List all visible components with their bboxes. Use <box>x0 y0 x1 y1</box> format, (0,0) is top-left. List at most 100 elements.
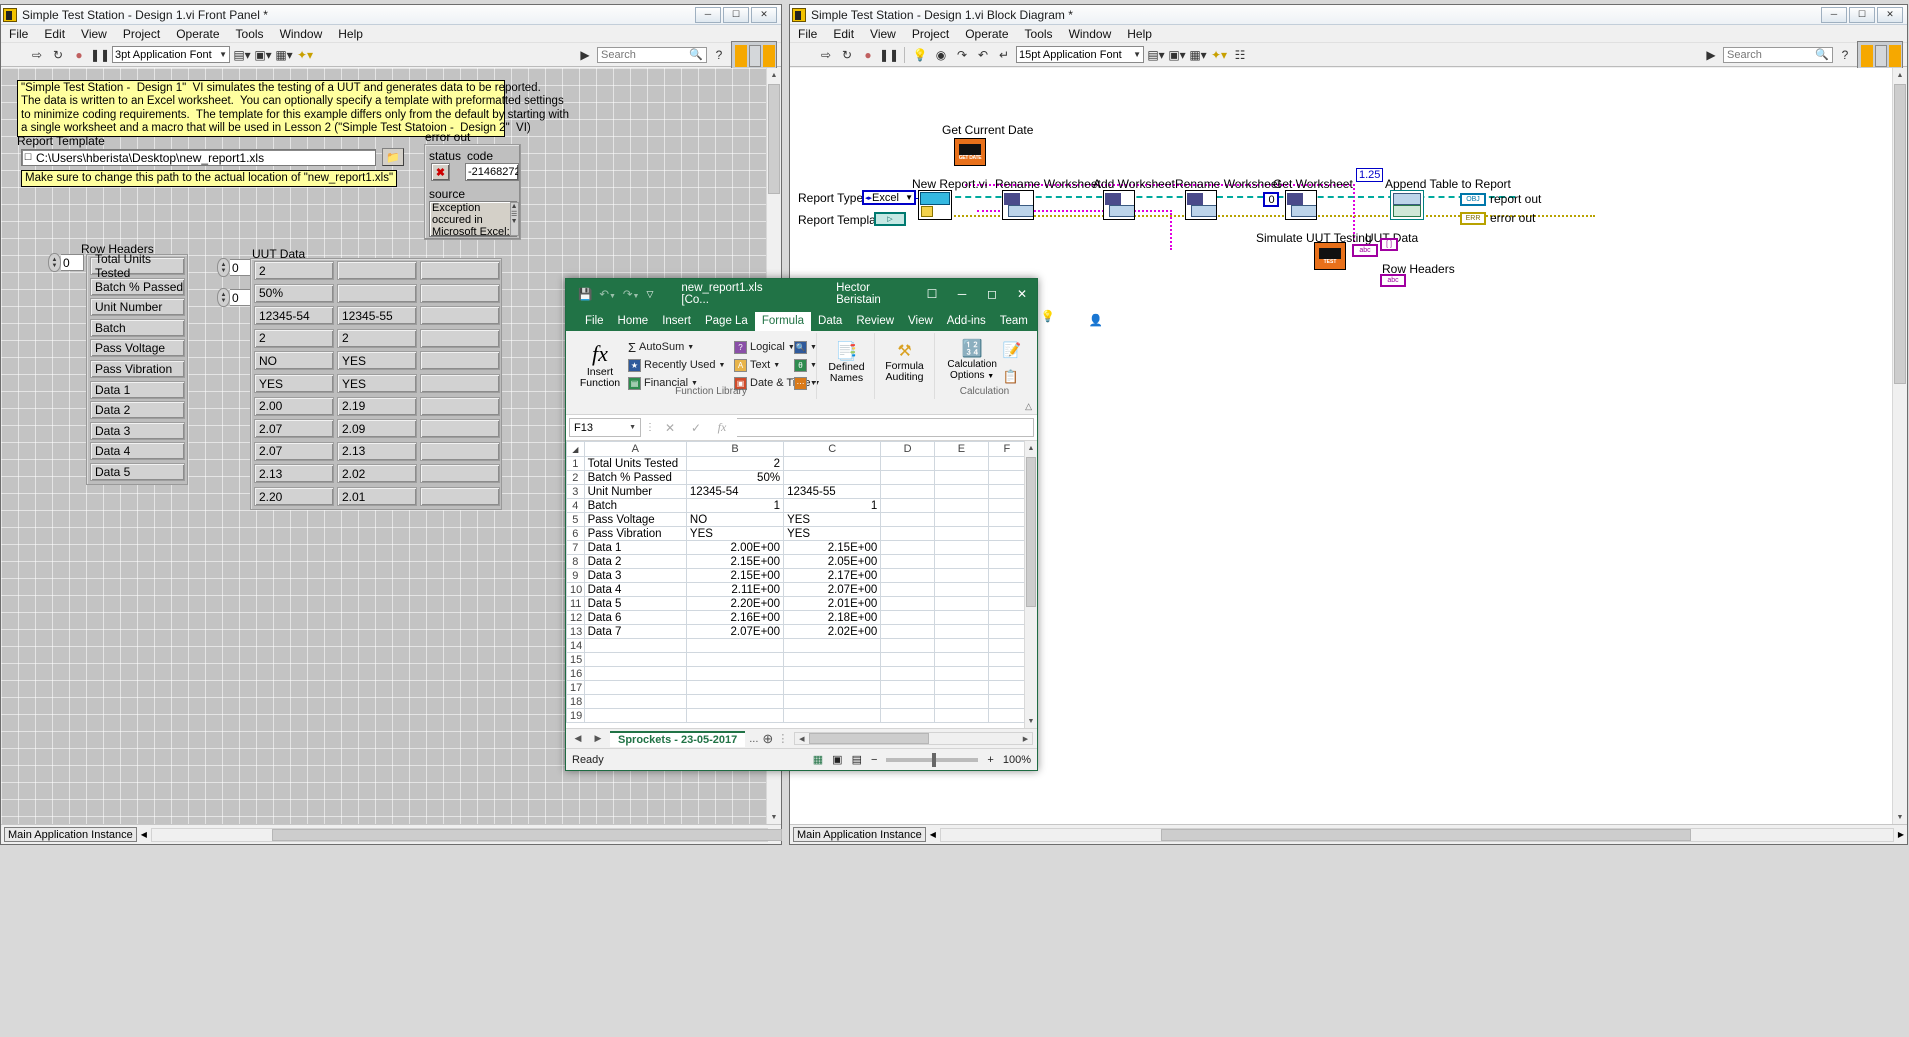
row-header[interactable]: 1 <box>566 456 585 471</box>
row-header[interactable]: 5 <box>566 512 585 527</box>
sheet-cell[interactable] <box>783 680 882 695</box>
new-sheet-icon[interactable]: ⊕ <box>762 731 773 747</box>
sheet-cell[interactable]: 2.01E+00 <box>783 596 882 611</box>
sheet-cell[interactable] <box>987 652 1027 667</box>
tab-formulas[interactable]: Formula <box>754 312 812 331</box>
row-header-item[interactable]: Pass Vibration <box>90 360 185 378</box>
uut-data-cell[interactable]: 12345-54 <box>254 306 334 326</box>
uut-data-cell[interactable] <box>420 464 500 484</box>
search-scroll-icon[interactable]: ▶ <box>1702 46 1720 64</box>
uut-data-cell[interactable] <box>420 396 500 416</box>
sheet-cell[interactable]: 1 <box>783 498 882 513</box>
row-header[interactable]: 4 <box>566 498 585 513</box>
uut-data-cell[interactable]: 12345-55 <box>337 306 417 326</box>
table-row[interactable]: 12 Data 6 2.16E+00 2.18E+00 <box>566 610 1027 625</box>
sheet-cell[interactable] <box>783 470 882 485</box>
maximize-button[interactable]: ☐ <box>723 6 749 23</box>
search-input[interactable]: Search 🔍 <box>1723 46 1833 63</box>
sheet-cell[interactable] <box>934 680 989 695</box>
scroll-down-icon[interactable]: ▼ <box>1025 714 1037 728</box>
scroll-up-icon[interactable]: ▲ <box>1893 68 1907 82</box>
sheet-cell[interactable] <box>685 666 785 681</box>
uut-data-cell[interactable] <box>420 487 500 506</box>
front-panel-titlebar[interactable]: Simple Test Station - Design 1.vi Front … <box>1 5 781 25</box>
excel-column-headers[interactable]: ◢ A B C D E F <box>566 441 1027 457</box>
sheet-cell[interactable] <box>880 652 935 667</box>
sheet-cell[interactable]: 2.16E+00 <box>685 610 785 625</box>
sheet-cell[interactable] <box>783 456 882 471</box>
pause-icon[interactable]: ❚❚ <box>90 46 110 64</box>
get-worksheet-node[interactable] <box>1285 190 1317 220</box>
uut-data-cell[interactable]: 2.13 <box>337 441 417 461</box>
excel-hscrollbar[interactable]: ◀ ▶ <box>794 732 1033 745</box>
row-header[interactable]: 2 <box>566 470 585 485</box>
block-diagram-menubar[interactable]: File Edit View Project Operate Tools Win… <box>790 25 1907 43</box>
sheet-cell[interactable] <box>880 470 935 485</box>
row-header[interactable]: 16 <box>566 666 585 681</box>
index-spinner-icon[interactable]: ▲ ▼ <box>217 288 230 307</box>
table-row[interactable]: 17 <box>566 680 1027 695</box>
row-header-item[interactable]: Total Units Tested <box>90 252 185 280</box>
step-out-icon[interactable]: ↵ <box>995 46 1013 64</box>
sheet-cell[interactable] <box>880 666 935 681</box>
sheet-cell[interactable] <box>934 470 989 485</box>
row-header[interactable]: 6 <box>566 526 585 541</box>
row-header[interactable]: 9 <box>566 568 585 583</box>
vscroll-thumb[interactable] <box>1026 457 1036 607</box>
uut-data-cell[interactable]: 50% <box>254 283 334 303</box>
row-header-item[interactable]: Unit Number <box>90 298 185 317</box>
sheet-cell[interactable] <box>987 610 1027 625</box>
uut-data-cell[interactable] <box>420 328 500 348</box>
sheet-cell[interactable]: Batch <box>583 498 687 513</box>
rename-worksheet-node-1[interactable] <box>1002 190 1034 220</box>
table-row[interactable]: 1 Total Units Tested 2 <box>566 456 1027 471</box>
sheet-cell[interactable]: Data 5 <box>583 596 687 611</box>
row-header[interactable]: 18 <box>566 694 585 709</box>
resize-objects-icon[interactable]: ▦▾ <box>275 46 293 64</box>
scroll-up-icon[interactable]: ▲ <box>767 68 781 82</box>
minimize-button[interactable]: ─ <box>1821 6 1847 23</box>
row-header[interactable]: 3 <box>566 484 585 499</box>
sheet-cell[interactable]: YES <box>783 526 882 541</box>
customize-qat-icon[interactable]: ▽ <box>646 289 653 300</box>
sheet-cell[interactable] <box>934 708 989 723</box>
table-row[interactable]: 10 Data 4 2.11E+00 2.07E+00 <box>566 582 1027 597</box>
tab-file[interactable]: File <box>578 312 611 331</box>
menu-view[interactable]: View <box>73 27 115 41</box>
tab-home[interactable]: Home <box>611 312 656 331</box>
sheet-cell[interactable] <box>934 456 989 471</box>
abort-icon[interactable]: ● <box>859 46 877 64</box>
minimize-button[interactable]: ─ <box>695 6 721 23</box>
reorder-objects-icon[interactable]: ✦▾ <box>296 46 314 64</box>
sheet-cell[interactable] <box>987 554 1027 569</box>
sheet-cell[interactable] <box>934 582 989 597</box>
table-row[interactable]: 11 Data 5 2.20E+00 2.01E+00 <box>566 596 1027 611</box>
front-panel-window-buttons[interactable]: ─ ☐ ✕ <box>695 6 779 23</box>
defined-names-icon[interactable]: 📑 <box>817 341 876 362</box>
tab-add-ins[interactable]: Add-ins <box>940 312 993 331</box>
append-table-node[interactable] <box>1390 190 1424 220</box>
align-objects-icon[interactable]: ▤▾ <box>1147 46 1165 64</box>
uut-data-cell[interactable] <box>420 419 500 439</box>
uut-data-cell[interactable] <box>420 283 500 303</box>
sheet-cell[interactable]: Total Units Tested <box>583 456 687 471</box>
sheet-cell[interactable] <box>934 554 989 569</box>
uut-data-cell[interactable]: 2 <box>337 328 417 348</box>
step-into-icon[interactable]: ↷ <box>953 46 971 64</box>
pause-icon[interactable]: ❚❚ <box>879 46 899 64</box>
sheet-cell[interactable]: 2.07E+00 <box>685 624 785 639</box>
excel-grid[interactable]: ◢ A B C D E F 1 Total Units Tested 2 2 Batch… <box>566 441 1037 728</box>
col-header-d[interactable]: D <box>880 441 935 457</box>
sheet-cell[interactable] <box>934 652 989 667</box>
hscroll-left-icon[interactable]: ◀ <box>795 733 808 744</box>
get-current-date-node[interactable]: GET DATE <box>954 138 986 166</box>
sheet-cell[interactable] <box>934 540 989 555</box>
sheet-cell[interactable] <box>583 708 687 723</box>
row-header-item[interactable]: Data 5 <box>90 463 185 481</box>
uut-data-cell[interactable]: 2.09 <box>337 419 417 439</box>
sheet-cell[interactable]: 12345-54 <box>685 484 785 499</box>
row-header[interactable]: 7 <box>566 540 585 555</box>
sheet-cell[interactable] <box>685 708 785 723</box>
uut-data-cell[interactable] <box>420 306 500 326</box>
chevron-down-icon[interactable]: ▼ <box>719 362 726 369</box>
